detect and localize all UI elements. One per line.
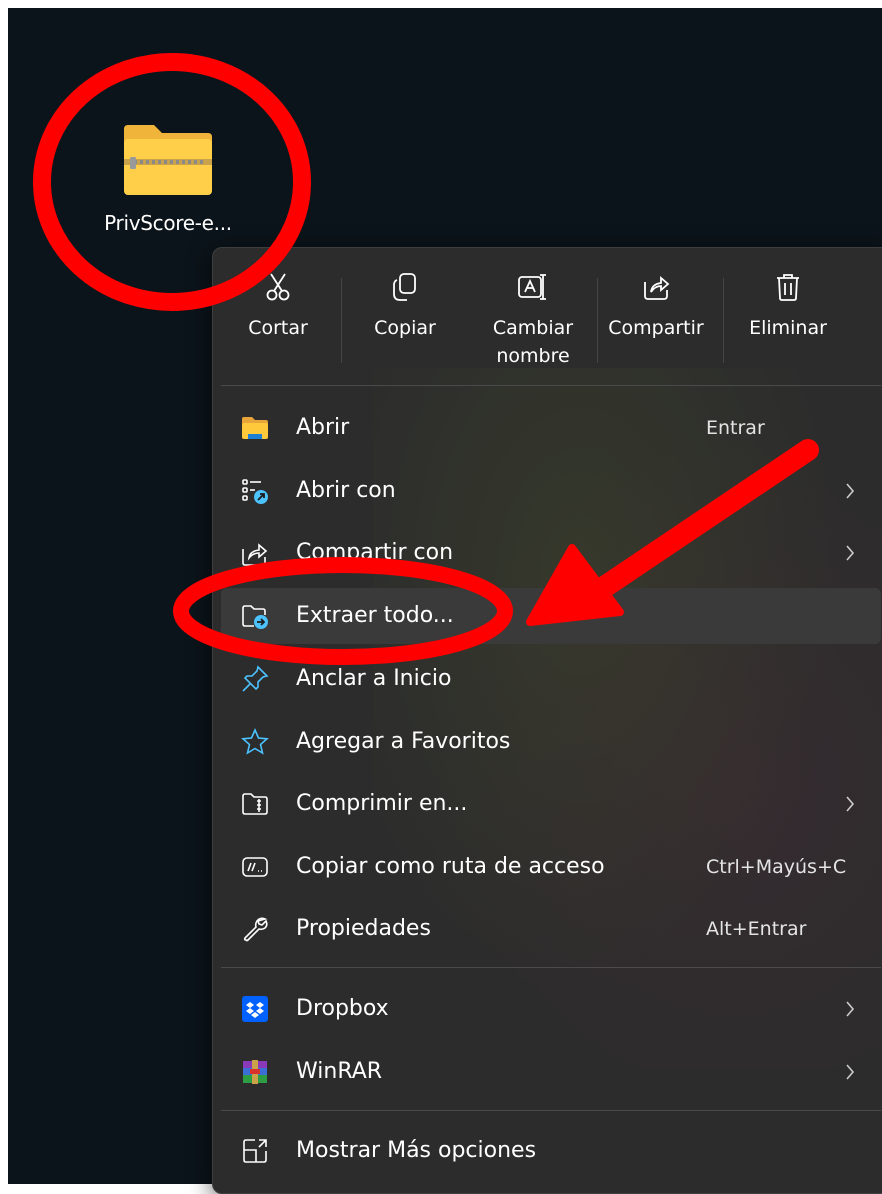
trash-icon <box>777 274 799 301</box>
zip-folder-icon <box>124 125 212 195</box>
file-name-label: PrivScore-e... <box>104 211 232 235</box>
extract-icon <box>242 605 268 629</box>
cut-label: Cortar <box>248 317 308 339</box>
chevron-right-icon <box>846 483 855 499</box>
menu-item-open-with[interactable]: Abrir con <box>221 463 881 519</box>
menu-item-label: Comprimir en... <box>296 791 468 816</box>
menu-item-copy-as-path[interactable]: Copiar como ruta de acceso Ctrl+Mayús+C <box>221 839 881 895</box>
shortcut-label: Entrar <box>706 417 765 439</box>
menu-item-extract-all[interactable]: Extraer todo... <box>221 588 881 644</box>
share-button[interactable]: Compartir <box>601 258 711 383</box>
menu-divider <box>221 385 881 386</box>
share-icon <box>242 543 268 566</box>
menu-item-show-more-options[interactable]: Mostrar Más opciones <box>221 1123 881 1179</box>
star-icon <box>241 728 269 755</box>
rename-button[interactable]: Cambiar nombre <box>478 258 588 383</box>
compress-icon <box>242 793 268 815</box>
folder-icon <box>242 417 268 439</box>
copy-icon <box>393 273 416 301</box>
chevron-right-icon <box>846 1001 855 1017</box>
menu-item-label: Mostrar Más opciones <box>296 1138 537 1163</box>
menu-item-dropbox[interactable]: Dropbox <box>221 981 881 1037</box>
wrench-icon <box>243 917 268 942</box>
share-label: Compartir <box>608 317 704 339</box>
scissors-icon <box>266 273 290 301</box>
menu-item-label: Anclar a Inicio <box>296 666 452 691</box>
shortcut-label: Ctrl+Mayús+C <box>706 856 847 878</box>
delete-button[interactable]: Eliminar <box>733 258 843 383</box>
rename-label: Cambiar nombre <box>492 317 574 367</box>
menu-item-label: Extraer todo... <box>296 603 454 628</box>
menu-item-pin-to-start[interactable]: Anclar a Inicio <box>221 651 881 707</box>
rename-icon <box>518 274 546 300</box>
menu-item-label: Compartir con <box>296 540 454 565</box>
menu-item-label: Agregar a Favoritos <box>296 729 511 754</box>
menu-item-label: Copiar como ruta de acceso <box>296 854 605 879</box>
chevron-right-icon <box>846 545 855 561</box>
menu-item-properties[interactable]: Propiedades Alt+Entrar <box>221 901 881 957</box>
quick-actions-bar: Cortar Copiar Cambiar nombre Compartir E… <box>213 258 882 383</box>
menu-item-winrar[interactable]: WinRAR <box>221 1044 881 1100</box>
delete-label: Eliminar <box>749 317 827 339</box>
cut-button[interactable]: Cortar <box>223 258 333 383</box>
menu-divider <box>221 967 881 968</box>
copy-label: Copiar <box>374 317 436 339</box>
dropbox-icon <box>242 996 268 1022</box>
menu-item-compress-to[interactable]: Comprimir en... <box>221 776 881 832</box>
pin-icon <box>242 665 269 692</box>
menu-item-add-favorites[interactable]: Agregar a Favoritos <box>221 714 881 770</box>
zip-file[interactable]: PrivScore-e... <box>103 123 233 235</box>
menu-item-label: Abrir con <box>296 478 396 503</box>
more-options-icon <box>243 1139 267 1163</box>
path-icon <box>242 857 268 877</box>
menu-item-label: Dropbox <box>296 996 389 1021</box>
share-icon <box>644 276 670 300</box>
shortcut-label: Alt+Entrar <box>706 918 807 940</box>
open-with-icon <box>242 479 268 504</box>
menu-item-open[interactable]: Abrir Entrar <box>221 400 881 456</box>
menu-item-label: WinRAR <box>296 1059 383 1084</box>
chevron-right-icon <box>846 1064 855 1080</box>
menu-item-label: Abrir <box>296 415 350 440</box>
menu-divider <box>221 1110 881 1111</box>
chevron-right-icon <box>846 796 855 812</box>
menu-item-share-with[interactable]: Compartir con <box>221 525 881 581</box>
context-menu: Cortar Copiar Cambiar nombre Compartir E… <box>212 247 882 1194</box>
winrar-icon <box>243 1060 267 1084</box>
copy-button[interactable]: Copiar <box>350 258 460 383</box>
menu-item-label: Propiedades <box>296 916 431 941</box>
